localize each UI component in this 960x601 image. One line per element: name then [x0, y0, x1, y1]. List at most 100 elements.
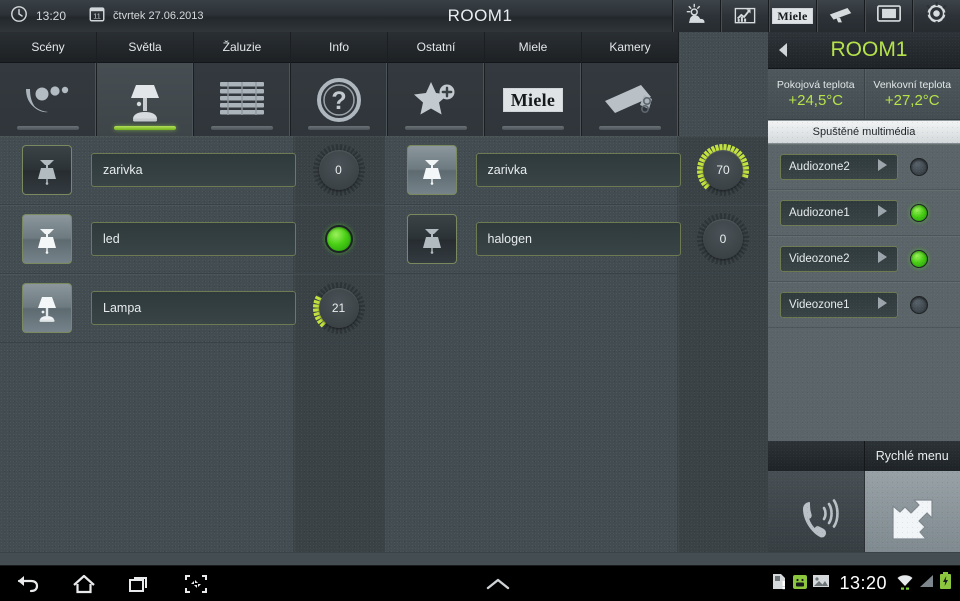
table-lamp-icon[interactable]: [22, 283, 72, 333]
temperature-value: +24,5°C: [788, 92, 843, 109]
multimedia-button[interactable]: Audiozone1: [780, 200, 898, 226]
pendant-lamp-icon[interactable]: [407, 145, 457, 195]
tab-underline: [405, 126, 467, 130]
tab-svetla[interactable]: Světla: [97, 32, 194, 136]
android-navigation-bar: 13:20: [0, 565, 960, 601]
sidebar-header: ROOM1: [768, 32, 960, 69]
home-icon[interactable]: [56, 573, 112, 595]
multimedia-button[interactable]: Videozone1: [780, 292, 898, 318]
tab-info[interactable]: Info ?: [291, 32, 388, 136]
tab-kamery[interactable]: Kamery: [582, 32, 679, 136]
temperature-label: Pokojová teplota: [777, 79, 855, 91]
light-row[interactable]: halogen 0: [385, 205, 769, 274]
quick-menu-header-left: [768, 441, 865, 471]
dimmer-dial[interactable]: 70: [699, 146, 747, 194]
play-icon: [876, 158, 889, 175]
list-item[interactable]: Audiozone1: [768, 190, 960, 236]
tab-ostatni[interactable]: Ostatní: [388, 32, 485, 136]
pendant-lamp-icon[interactable]: [22, 145, 72, 195]
dimmer-control[interactable]: 21: [294, 274, 384, 342]
signal-icon: [918, 573, 935, 594]
dimmer-control[interactable]: 0: [294, 136, 384, 204]
dimmer-dial[interactable]: 0: [315, 146, 363, 194]
pendant-lamp-icon[interactable]: [407, 214, 457, 264]
list-item[interactable]: Audiozone2: [768, 144, 960, 190]
tray-time: 13:20: [839, 573, 887, 594]
lights-column-right: zarivka 70: [385, 136, 769, 552]
shortcut-arrow-icon: [883, 492, 941, 553]
dimmer-dial[interactable]: 0: [699, 215, 747, 263]
system-tray: 13:20: [771, 572, 952, 595]
temperature-label: Venkovní teplota: [873, 79, 951, 91]
temperature-panel: Pokojová teplota +24,5°C Venkovní teplot…: [768, 69, 960, 120]
tab-zaluzie[interactable]: Žaluzie: [194, 32, 291, 136]
tab-underline: [502, 126, 564, 130]
app-root: 13:20 11 čtvrtek 27.06.2013 ROOM1: [0, 0, 960, 600]
tab-label: Miele: [485, 32, 581, 63]
dimmer-control[interactable]: 70: [678, 136, 768, 204]
dial-value: 70: [703, 150, 743, 190]
image-icon: [812, 573, 830, 594]
light-name[interactable]: zarivka: [91, 153, 296, 187]
light-name[interactable]: led: [91, 222, 296, 256]
light-row[interactable]: zarivka 70: [385, 136, 769, 205]
multimedia-label: Videozone1: [789, 299, 850, 311]
back-arrow-icon[interactable]: [768, 42, 798, 58]
recents-icon[interactable]: [112, 573, 168, 595]
multimedia-label: Videozone2: [789, 253, 850, 265]
multimedia-button[interactable]: Videozone2: [780, 246, 898, 272]
svg-text:?: ?: [331, 87, 346, 115]
multimedia-header: Spuštěné multimédia: [768, 120, 960, 144]
multimedia-button[interactable]: Audiozone2: [780, 154, 898, 180]
tab-bar: Scény Světla: [0, 32, 768, 136]
shortcut-button[interactable]: [865, 471, 960, 552]
screenshot-icon[interactable]: [168, 573, 224, 595]
status-led[interactable]: [910, 296, 928, 314]
lights-panel: zarivka 0: [0, 136, 768, 552]
temperature-indoor: Pokojová teplota +24,5°C: [768, 69, 864, 119]
tab-bar-filler: [679, 32, 768, 136]
light-row[interactable]: Lampa 21: [0, 274, 384, 343]
light-row[interactable]: zarivka 0: [0, 136, 384, 205]
multimedia-empty-area: [768, 328, 960, 441]
page-title: ROOM1: [0, 6, 960, 26]
list-item[interactable]: Videozone2: [768, 236, 960, 282]
tab-sceny[interactable]: Scény: [0, 32, 97, 136]
lights-column-left: zarivka 0: [0, 136, 385, 552]
status-led[interactable]: [910, 204, 928, 222]
status-led[interactable]: [325, 225, 353, 253]
tab-underline: [17, 126, 79, 130]
miele-wordmark: Miele: [503, 88, 563, 112]
light-name[interactable]: halogen: [476, 222, 681, 256]
phone-ringing-icon: [788, 492, 844, 553]
status-led[interactable]: [910, 250, 928, 268]
android-apk-icon: [792, 573, 808, 595]
top-status-bar: 13:20 11 čtvrtek 27.06.2013 ROOM1: [0, 0, 960, 33]
list-item[interactable]: Videozone1: [768, 282, 960, 328]
tab-miele[interactable]: Miele Miele: [485, 32, 582, 136]
dimmer-dial[interactable]: 21: [315, 284, 363, 332]
caret-up-icon[interactable]: [224, 577, 771, 591]
phone-button[interactable]: [768, 471, 865, 552]
tab-label: Ostatní: [388, 32, 484, 63]
light-name[interactable]: zarivka: [476, 153, 681, 187]
multimedia-label: Audiozone1: [789, 207, 850, 219]
tab-label: Světla: [97, 32, 193, 63]
temperature-value: +27,2°C: [885, 92, 940, 109]
dial-value: 21: [319, 288, 359, 328]
room-sidebar: ROOM1 Pokojová teplota +24,5°C Venkovní …: [768, 32, 960, 552]
status-led[interactable]: [910, 158, 928, 176]
dimmer-control[interactable]: 0: [678, 205, 768, 273]
light-row[interactable]: led: [0, 205, 384, 274]
tab-underline-active: [114, 126, 176, 130]
back-icon[interactable]: [0, 573, 56, 595]
sidebar-room-title: ROOM1: [798, 38, 960, 62]
pendant-lamp-icon[interactable]: [22, 214, 72, 264]
dial-value: 0: [703, 219, 743, 259]
tab-label: Kamery: [582, 32, 678, 63]
panel-divider: [0, 552, 960, 553]
temperature-outdoor: Venkovní teplota +27,2°C: [864, 69, 960, 119]
light-name[interactable]: Lampa: [91, 291, 296, 325]
switch-control[interactable]: [294, 205, 384, 273]
wifi-icon: [896, 573, 914, 595]
